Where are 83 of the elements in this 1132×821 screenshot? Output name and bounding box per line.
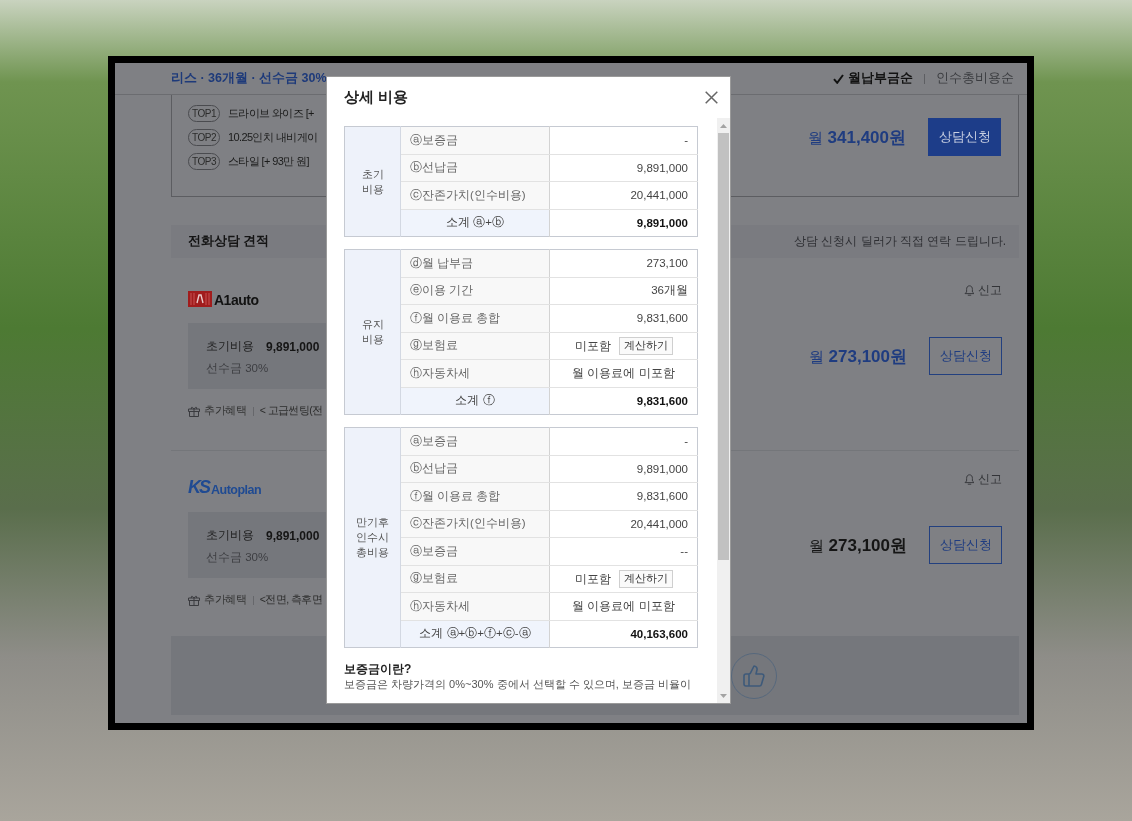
logo-letters: KS [188,478,209,496]
consult-button[interactable]: 상담신청 [929,526,1002,564]
subtotal-label: 소계 ⓐ+ⓑ [400,209,550,237]
cost-group-cell: 만기후 인수시 총비용 [344,427,401,648]
benefit-label: 추가혜택 [204,404,247,418]
cost-item-label: ⓕ월 이용료 총합 [400,304,550,332]
monthly-price: 월 273,100원 [809,534,907,557]
bell-icon [964,473,975,485]
monthly-price: 월 273,100원 [809,345,907,368]
cost-item-label: ⓕ월 이용료 총합 [400,482,550,510]
logo-mark-icon [188,291,212,307]
cost-item-value: 월 이용료에 미포함 [549,592,698,620]
cost-group-cell: 초기 비용 [344,126,401,237]
cost-value: 9,891,000 [266,339,320,354]
gift-icon [188,405,200,417]
cost-item-label: ⓒ잔존가치(인수비용) [400,510,550,538]
cost-item-value: 20,441,000 [549,510,698,538]
cost-value: 9,891,000 [266,528,320,543]
value-text: 미포함 [574,572,611,585]
notice-text: 상담 신청시 딜러가 직접 연락 드립니다. [794,233,1006,250]
subtotal-label: 소계 ⓕ [400,387,550,415]
cost-label: 초기비용 [206,527,254,544]
cost-item-label: ⓐ보증금 [400,537,550,565]
cost-item-value: 9,891,000 [549,455,698,483]
cost-item-value: -- [549,537,698,565]
cost-item-value: 9,831,600 [549,304,698,332]
check-icon [833,73,844,84]
cost-item-label: ⓔ이용 기간 [400,277,550,305]
cost-item-label: ⓖ보험료 [400,332,550,360]
benefit-label: 추가혜택 [204,593,247,607]
calculate-button[interactable]: 계산하기 [618,336,673,355]
cost-item-value: - [549,427,698,455]
logo-text: A1auto [214,293,259,307]
cost-item-label: ⓐ보증금 [400,126,550,154]
cost-item-label: ⓗ자동차세 [400,592,550,620]
calculate-button[interactable]: 계산하기 [618,569,673,588]
close-icon [705,91,718,104]
cost-item-label: ⓖ보험료 [400,565,550,593]
modal-title: 상세 비용 [344,88,409,107]
cost-item-value: 36개월 [549,277,698,305]
subtotal-value: 40,163,600 [549,620,698,648]
value-text: 미포함 [574,339,611,352]
cost-item-value: 20,441,000 [549,181,698,209]
report-link[interactable]: 신고 [964,282,1002,298]
report-link[interactable]: 신고 [964,471,1002,487]
subtotal-label: 소계 ⓐ+ⓑ+ⓕ+ⓒ-ⓐ [400,620,550,648]
cost-group-cell: 유지 비용 [344,249,401,415]
sort-tab[interactable]: 인수총비용순 [936,70,1014,87]
logo-text: Autoplan [211,483,262,496]
option-name: 드라이브 와이즈 [+ [227,105,314,121]
monthly-price: 월 341,400원 [808,126,906,149]
cost-label: 초기비용 [206,338,254,355]
bell-icon [964,284,975,296]
consult-button[interactable]: 상담신청 [928,118,1001,156]
scroll-up-arrow-icon[interactable] [720,123,727,128]
option-name: 스타일 [+ 93만 원] [227,153,310,169]
cost-item-value: - [549,126,698,154]
cost-item-label: ⓓ월 납부금 [400,249,550,277]
section-title: 전화상담 견적 [188,233,270,250]
note-title: 보증금이란? [344,661,413,677]
sort-tab[interactable]: 월납부금순 [833,70,913,87]
cost-item-value: 9,831,600 [549,482,698,510]
thumbs-up-icon [743,665,765,687]
cost-item-label: ⓐ보증금 [400,427,550,455]
scrollbar-thumb[interactable] [718,133,729,560]
cost-item-label: ⓗ자동차세 [400,359,550,387]
cost-item-value: 월 이용료에 미포함 [549,359,698,387]
gift-icon [188,594,200,606]
cost-item-label: ⓒ잔존가치(인수비용) [400,181,550,209]
note-text: 보증금은 차량가격의 0%~30% 중에서 선택할 수 있으며, 보증금 비율이 [344,677,692,691]
consult-button[interactable]: 상담신청 [929,337,1002,375]
benefit-text: < 고급썬팅(전 [259,404,323,418]
subtotal-value: 9,831,600 [549,387,698,415]
cost-item-label: ⓑ선납금 [400,154,550,182]
option-name: 10.25인치 내비게이 [227,129,318,145]
cost-item-label: ⓑ선납금 [400,455,550,483]
subtotal-value: 9,891,000 [549,209,698,237]
benefit-text: <전면, 측후면 [259,593,322,607]
cost-item-value: 273,100 [549,249,698,277]
close-button[interactable] [705,91,718,104]
scroll-down-arrow-icon[interactable] [720,693,727,698]
plan-summary: 리스 · 36개월 · 선수금 30% [171,70,327,87]
cost-item-value: 9,891,000 [549,154,698,182]
